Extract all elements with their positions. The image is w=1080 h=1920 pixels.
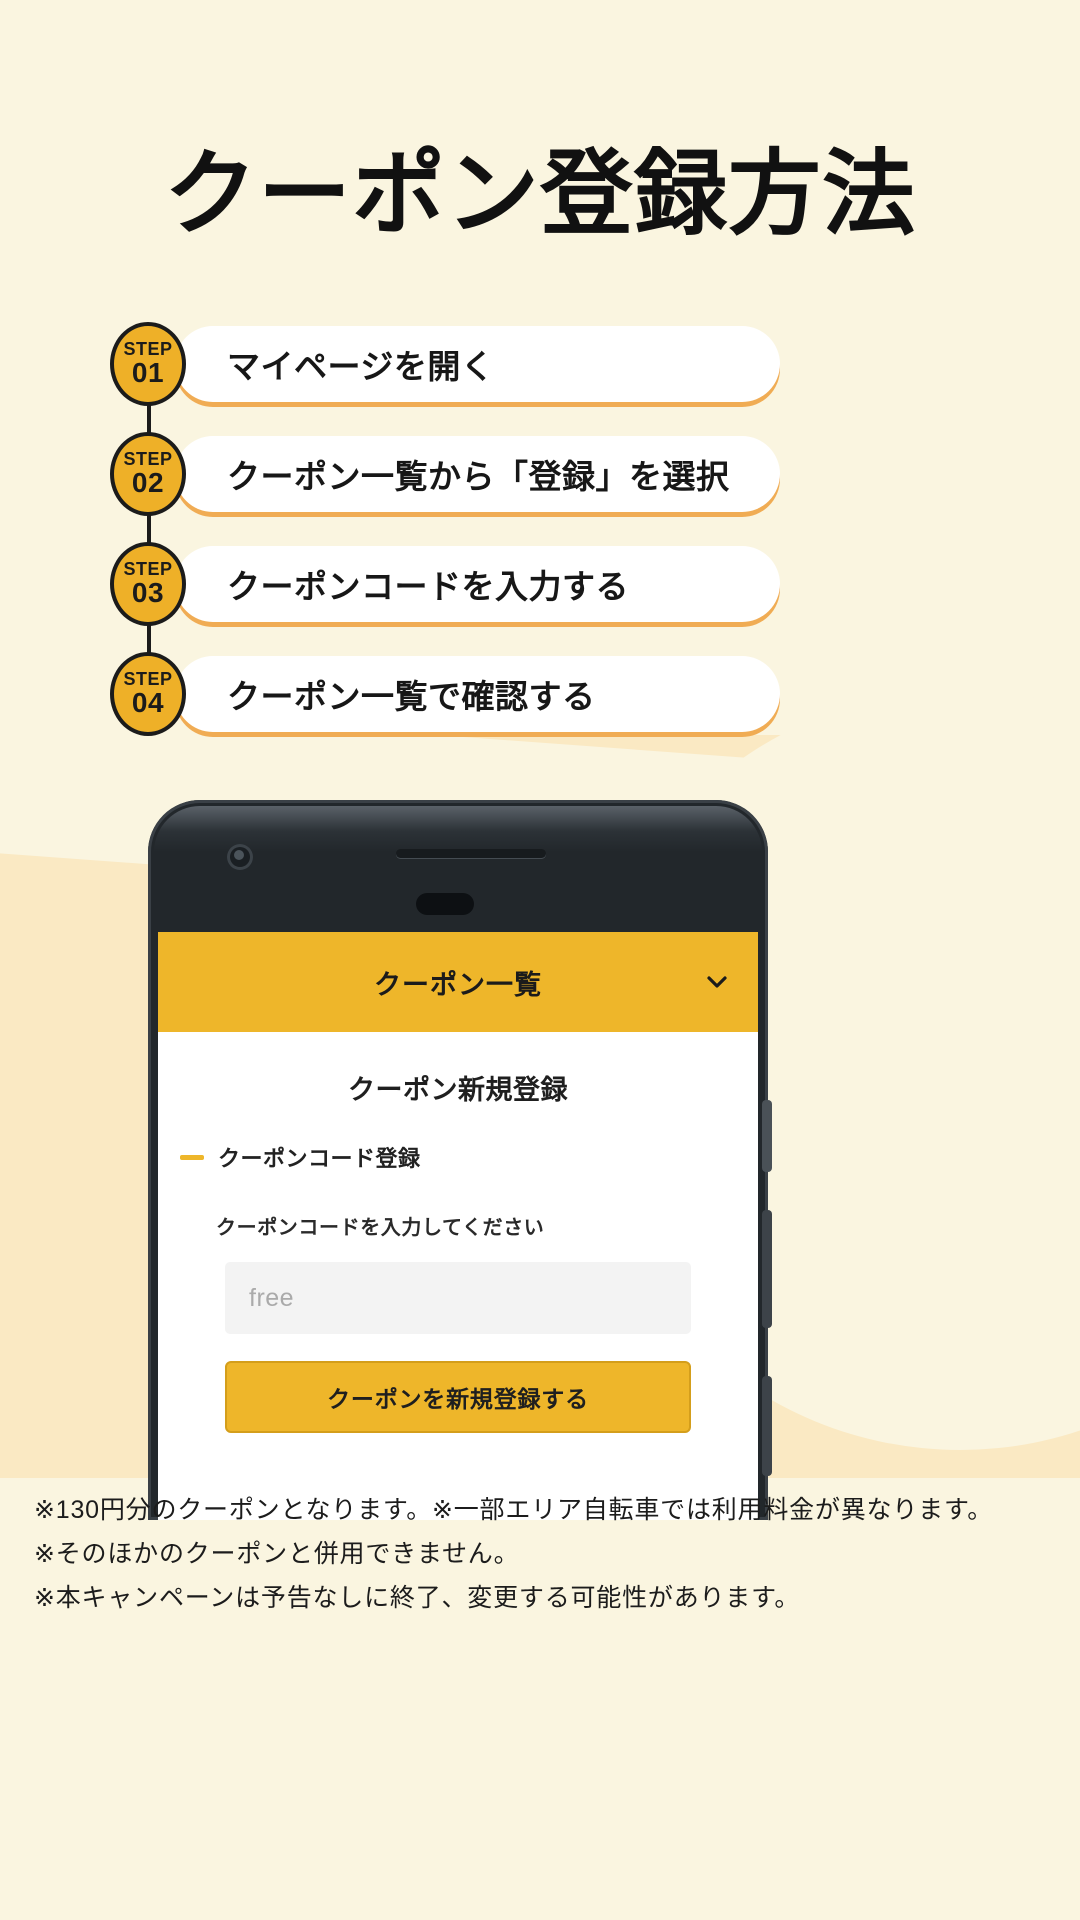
volume-button[interactable] (762, 1210, 772, 1328)
dash-icon (180, 1154, 204, 1160)
steps-list: マイページを開く STEP 01 クーポン一覧から「登録」を選択 STEP 02… (0, 322, 1080, 762)
app-header-title: クーポン一覧 (374, 969, 542, 1000)
app-subhead-text: クーポンコード登録 (218, 1146, 421, 1171)
step-badge: STEP 04 (110, 652, 186, 736)
step-card[interactable]: クーポンコードを入力する (175, 546, 780, 622)
step-label: クーポン一覧で確認する (227, 678, 596, 715)
step-card[interactable]: クーポン一覧で確認する (175, 656, 780, 732)
coupon-code-field-label: クーポンコードを入力してください (216, 1217, 545, 1239)
power-button[interactable] (762, 1100, 772, 1172)
step-label: クーポン一覧から「登録」を選択 (227, 458, 730, 495)
step-card[interactable]: マイページを開く (175, 326, 780, 402)
footer-notes: ※130円分のクーポンとなります。※一部エリア自転車では利用料金が異なります。 … (0, 1488, 1080, 1620)
phone-screen: クーポン一覧 クーポン新規登録 クーポンコード登録 クーポンコードを入力してくだ… (158, 932, 758, 1520)
step-row: クーポン一覧で確認する STEP 04 (0, 652, 1080, 762)
step-badge: STEP 02 (110, 432, 186, 516)
page-title: クーポン登録方法 (164, 142, 916, 246)
phone-mockup: クーポン一覧 クーポン新規登録 クーポンコード登録 クーポンコードを入力してくだ… (148, 800, 772, 1520)
footer-note-line: ※130円分のクーポンとなります。※一部エリア自転車では利用料金が異なります。 (34, 1496, 994, 1524)
step-badge: STEP 03 (110, 542, 186, 626)
volume-button-lower[interactable] (762, 1376, 772, 1476)
register-coupon-button-label: クーポンを新規登録する (327, 1386, 589, 1412)
step-badge-number: 01 (131, 357, 165, 389)
chevron-down-icon[interactable] (702, 967, 732, 997)
step-badge: STEP 01 (110, 322, 186, 406)
step-label: クーポンコードを入力する (227, 568, 629, 605)
step-label: マイページを開く (227, 348, 495, 385)
step-badge-number: 03 (131, 577, 165, 609)
step-badge-word: STEP (123, 559, 173, 580)
step-badge-word: STEP (123, 339, 173, 360)
step-row: クーポン一覧から「登録」を選択 STEP 02 (0, 432, 1080, 552)
app-section-title: クーポン新規登録 (348, 1075, 568, 1105)
step-badge-word: STEP (123, 449, 173, 470)
earpiece-grille (396, 849, 546, 858)
register-coupon-button[interactable]: クーポンを新規登録する (225, 1361, 691, 1433)
step-row: クーポンコードを入力する STEP 03 (0, 542, 1080, 662)
speaker-slot (416, 893, 474, 915)
step-badge-word: STEP (123, 669, 173, 690)
app-header: クーポン一覧 (158, 932, 758, 1032)
footer-note-line: ※そのほかのクーポンと併用できません。 (34, 1540, 520, 1568)
app-subhead: クーポンコード登録 (180, 1141, 758, 1173)
coupon-code-input-placeholder: free (249, 1283, 295, 1312)
step-badge-number: 02 (131, 467, 165, 499)
step-card[interactable]: クーポン一覧から「登録」を選択 (175, 436, 780, 512)
step-row: マイページを開く STEP 01 (0, 322, 1080, 442)
step-badge-number: 04 (131, 687, 165, 719)
coupon-code-input[interactable]: free (225, 1262, 691, 1334)
front-camera-icon (227, 844, 253, 870)
footer-note-line: ※本キャンペーンは予告なしに終了、変更する可能性があります。 (34, 1584, 801, 1612)
